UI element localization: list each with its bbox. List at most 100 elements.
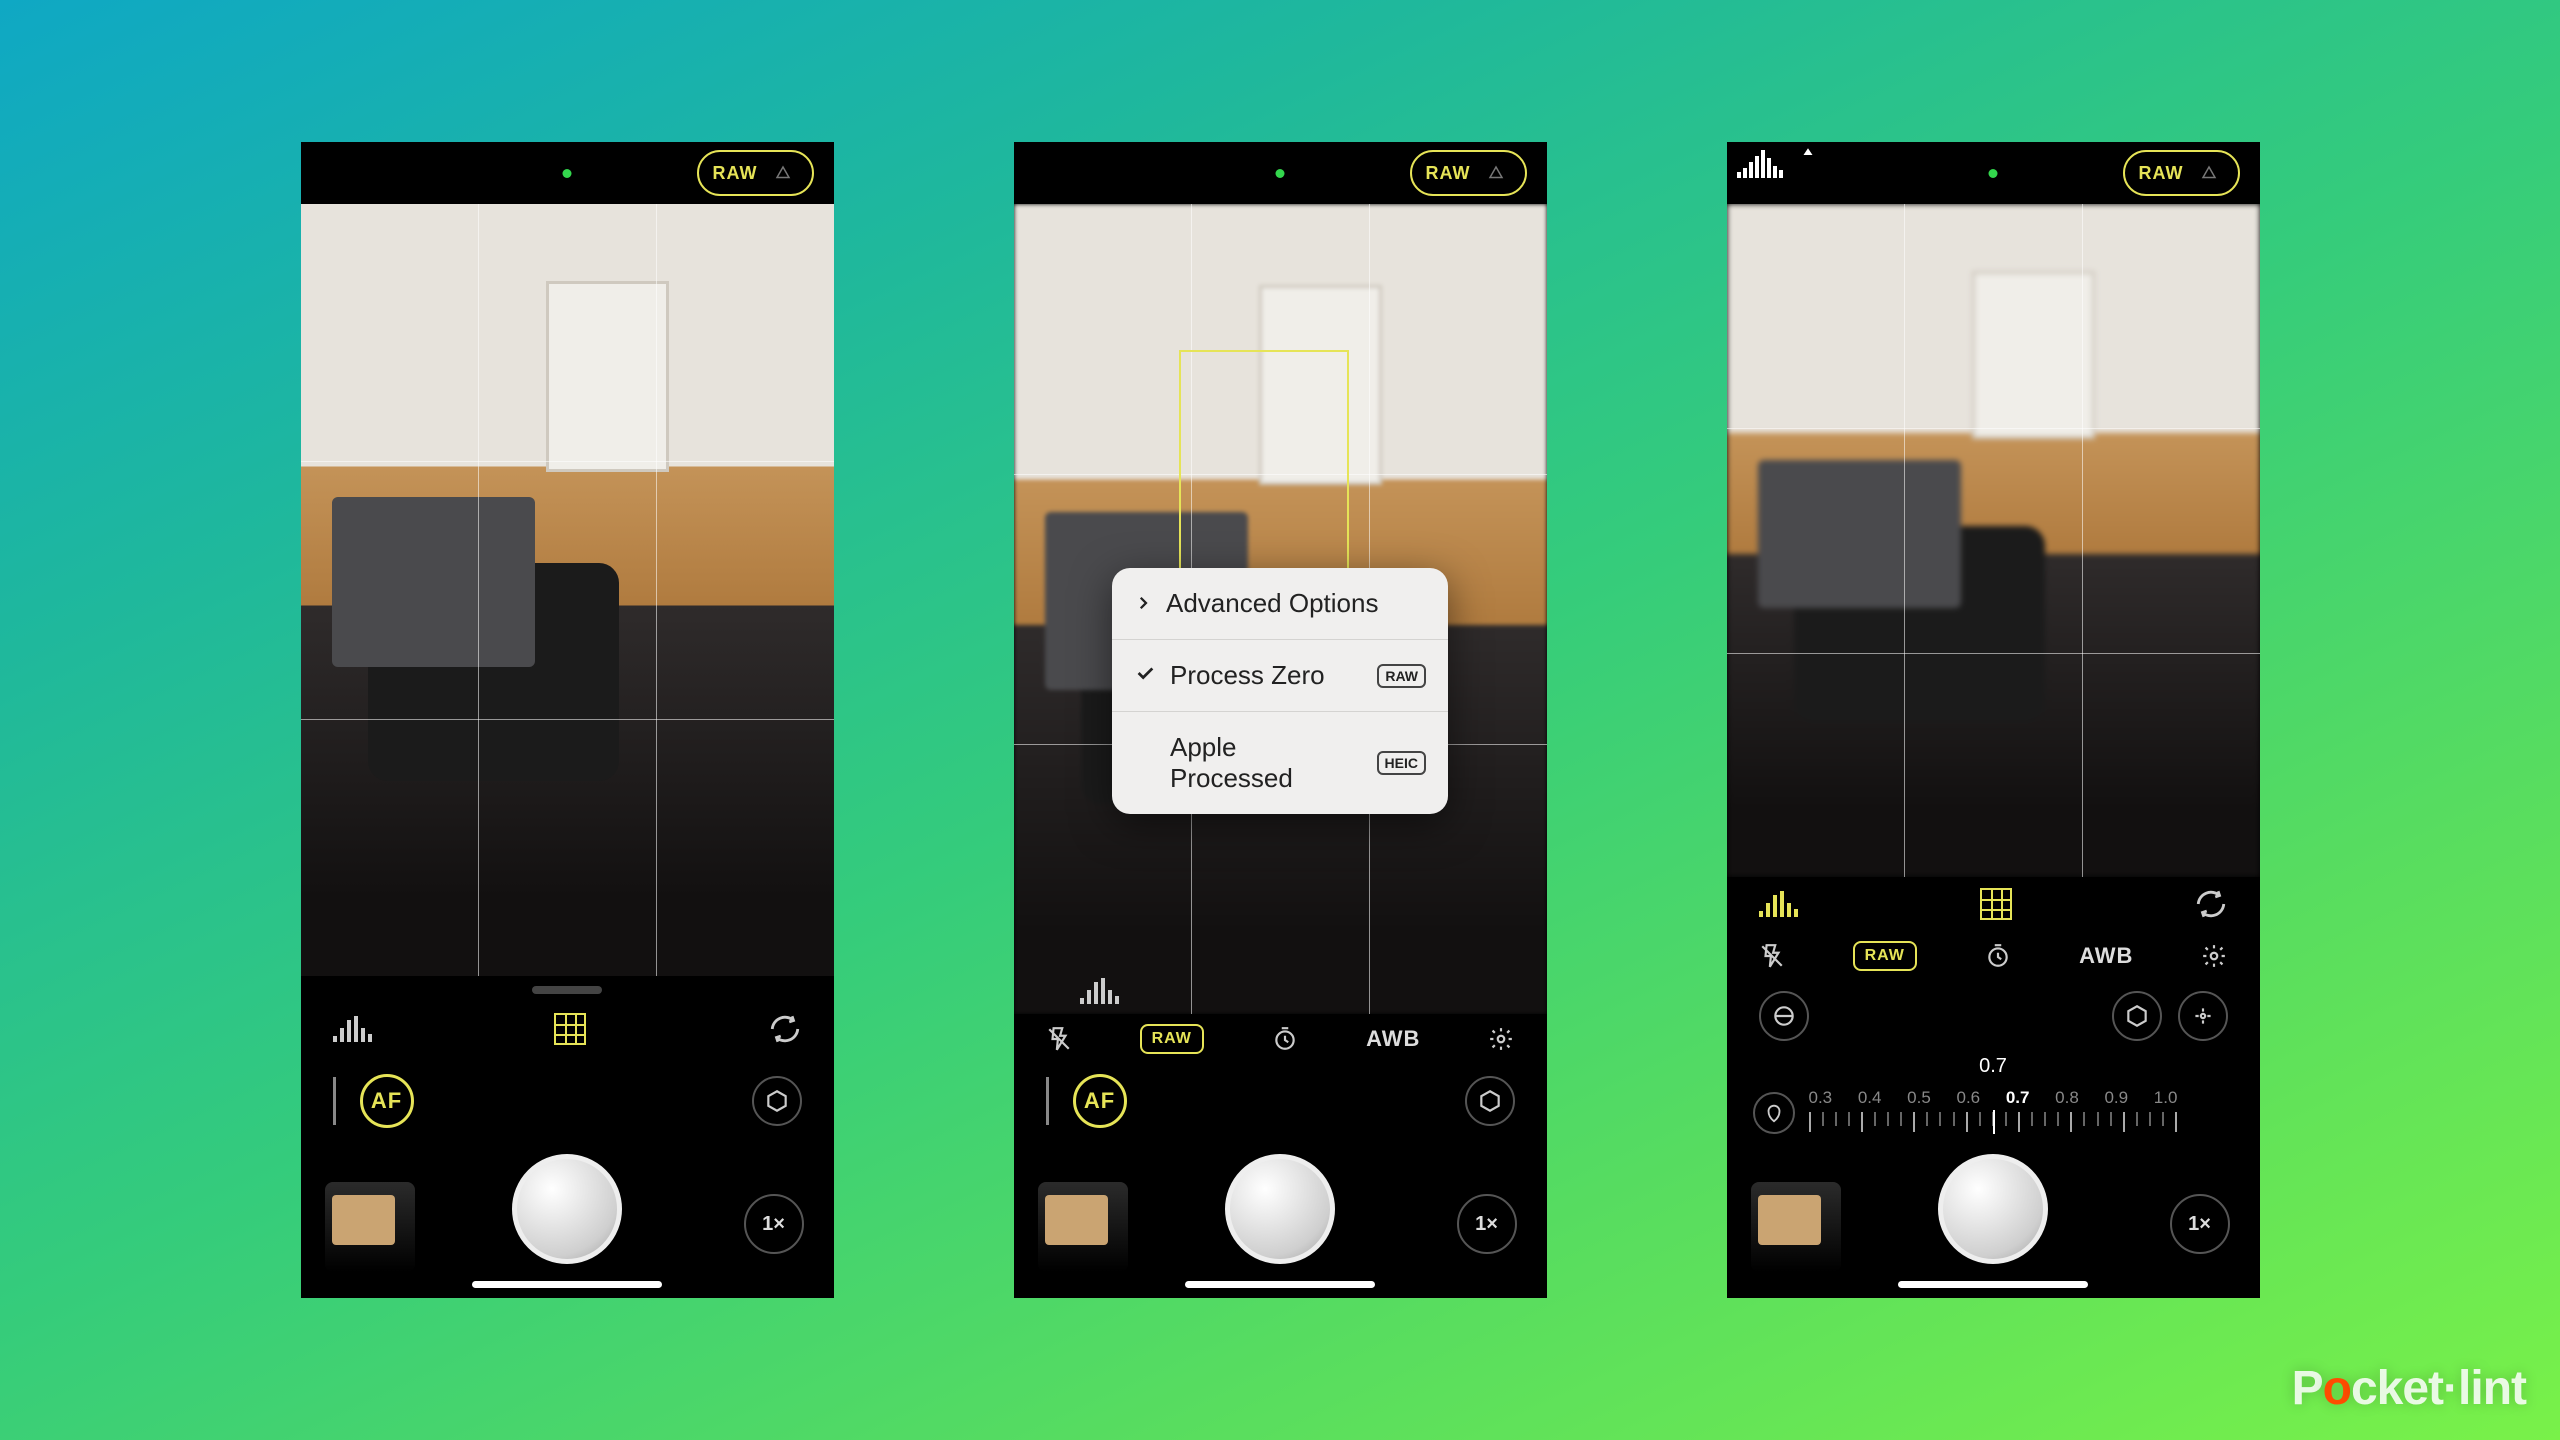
zoom-button[interactable]: 1×: [744, 1194, 804, 1254]
focus-labels: 0.3 0.4 0.5 0.6 0.7 0.8 0.9 1.0: [1809, 1088, 2178, 1108]
home-indicator[interactable]: [1185, 1281, 1375, 1288]
focus-peaking-icon[interactable]: [2178, 991, 2228, 1041]
shutter-button[interactable]: [512, 1154, 622, 1264]
shutter-row: 1×: [1727, 1138, 2260, 1298]
timer-icon[interactable]: [1272, 1026, 1298, 1052]
grid-line: [2082, 204, 2083, 877]
histogram-icon[interactable]: [1759, 891, 1798, 917]
screenshot-2: RAW Advanced Options Process Zero: [1014, 142, 1547, 1298]
grid-line: [1727, 428, 2260, 429]
menu-apple-processed[interactable]: Apple Processed HEIC: [1112, 712, 1448, 814]
focus-needle: [1993, 1110, 1995, 1134]
af-row: AF: [1014, 1064, 1547, 1138]
privacy-indicator-icon: [563, 169, 572, 178]
zoom-button[interactable]: 1×: [1457, 1194, 1517, 1254]
awb-button[interactable]: AWB: [2079, 943, 2133, 969]
controls-panel: RAW AWB 0.7: [1727, 877, 2260, 1298]
drawer-handle[interactable]: [532, 986, 602, 994]
focus-slider[interactable]: 0.7 0.3 0.4 0.5 0.6 0.7 0.8 0.9 1.0: [1727, 1051, 2260, 1138]
cube-icon[interactable]: [2112, 991, 2162, 1041]
menu-label: Process Zero: [1170, 660, 1325, 691]
grid-toggle-icon[interactable]: [1980, 888, 2012, 920]
scene-photo: [1727, 204, 2260, 877]
toolstrip-1: [1727, 877, 2260, 931]
awb-button[interactable]: AWB: [1366, 1026, 1420, 1052]
exposure-tick: [1046, 1077, 1049, 1125]
shutter-row: 1×: [301, 1138, 834, 1298]
autofocus-badge[interactable]: AF: [360, 1074, 414, 1128]
top-bar: RAW: [1014, 142, 1547, 204]
format-pill[interactable]: RAW: [1410, 150, 1527, 196]
toolstrip-1: [301, 994, 834, 1064]
top-bar: RAW: [301, 142, 834, 204]
menu-advanced-options[interactable]: Advanced Options: [1112, 568, 1448, 640]
last-photo-thumbnail[interactable]: [1751, 1182, 1841, 1272]
macro-icon[interactable]: [1753, 1092, 1795, 1134]
capture-mode-icon[interactable]: [752, 1076, 802, 1126]
menu-process-zero[interactable]: Process Zero RAW: [1112, 640, 1448, 712]
privacy-indicator-icon: [1989, 169, 1998, 178]
controls-panel: AF 1×: [301, 976, 834, 1298]
viewfinder[interactable]: [1727, 204, 2260, 877]
screenshot-1: RAW AF: [301, 142, 834, 1298]
level-icon[interactable]: [1759, 991, 1809, 1041]
shutter-row: 1×: [1014, 1138, 1547, 1298]
watermark: Pocket·lint: [2292, 1361, 2526, 1416]
viewfinder[interactable]: Advanced Options Process Zero RAW Apple …: [1014, 204, 1547, 1014]
grid-line: [301, 461, 834, 462]
menu-label: Advanced Options: [1166, 588, 1378, 619]
format-tag: HEIC: [1377, 751, 1426, 775]
raw-label: RAW: [713, 163, 758, 184]
toolstrip-2: RAW AWB: [1014, 1014, 1547, 1064]
viewfinder[interactable]: [301, 204, 834, 976]
grid-line: [478, 204, 479, 976]
raw-chip[interactable]: RAW: [1853, 941, 1917, 971]
capture-mode-icon[interactable]: [1465, 1076, 1515, 1126]
raw-label: RAW: [2139, 163, 2184, 184]
clip-warning-icon: [1799, 146, 1817, 169]
grid-line: [301, 719, 834, 720]
depth-toggle-icon[interactable]: [768, 158, 798, 188]
focus-reticle[interactable]: [1179, 350, 1349, 580]
timer-icon[interactable]: [1985, 943, 2011, 969]
format-tag: RAW: [1377, 664, 1426, 688]
gear-icon[interactable]: [2201, 943, 2227, 969]
scene-photo: [301, 204, 834, 976]
focus-current-value: 0.7: [1745, 1055, 2242, 1078]
flash-off-icon[interactable]: [1046, 1026, 1072, 1052]
chevron-right-icon: [1134, 588, 1152, 619]
home-indicator[interactable]: [472, 1281, 662, 1288]
zoom-button[interactable]: 1×: [2170, 1194, 2230, 1254]
flash-off-icon[interactable]: [1759, 943, 1785, 969]
capture-menu-popover: Advanced Options Process Zero RAW Apple …: [1112, 568, 1448, 814]
histogram-icon[interactable]: [333, 1016, 372, 1042]
histogram-overlay-icon: [1737, 150, 1783, 178]
menu-label: Apple Processed: [1170, 732, 1363, 794]
depth-toggle-icon[interactable]: [2194, 158, 2224, 188]
toolstrip-2: RAW AWB: [1727, 931, 2260, 981]
shutter-button[interactable]: [1938, 1154, 2048, 1264]
camera-switch-icon[interactable]: [2194, 887, 2228, 921]
last-photo-thumbnail[interactable]: [1038, 1182, 1128, 1272]
check-icon: [1134, 660, 1156, 691]
af-row: AF: [301, 1064, 834, 1138]
format-pill[interactable]: RAW: [697, 150, 814, 196]
autofocus-badge[interactable]: AF: [1073, 1074, 1127, 1128]
grid-line: [1904, 204, 1905, 877]
raw-chip[interactable]: RAW: [1140, 1024, 1204, 1054]
grid-line: [1727, 653, 2260, 654]
extra-round-row: [1727, 981, 2260, 1051]
gear-icon[interactable]: [1488, 1026, 1514, 1052]
top-bar: RAW: [1727, 142, 2260, 204]
shutter-button[interactable]: [1225, 1154, 1335, 1264]
screenshot-3: RAW RAW: [1727, 142, 2260, 1298]
grid-line: [656, 204, 657, 976]
home-indicator[interactable]: [1898, 1281, 2088, 1288]
camera-switch-icon[interactable]: [768, 1012, 802, 1046]
grid-toggle-icon[interactable]: [554, 1013, 586, 1045]
histogram-overlay-icon: [1080, 978, 1119, 1004]
raw-label: RAW: [1426, 163, 1471, 184]
format-pill[interactable]: RAW: [2123, 150, 2240, 196]
last-photo-thumbnail[interactable]: [325, 1182, 415, 1272]
depth-toggle-icon[interactable]: [1481, 158, 1511, 188]
